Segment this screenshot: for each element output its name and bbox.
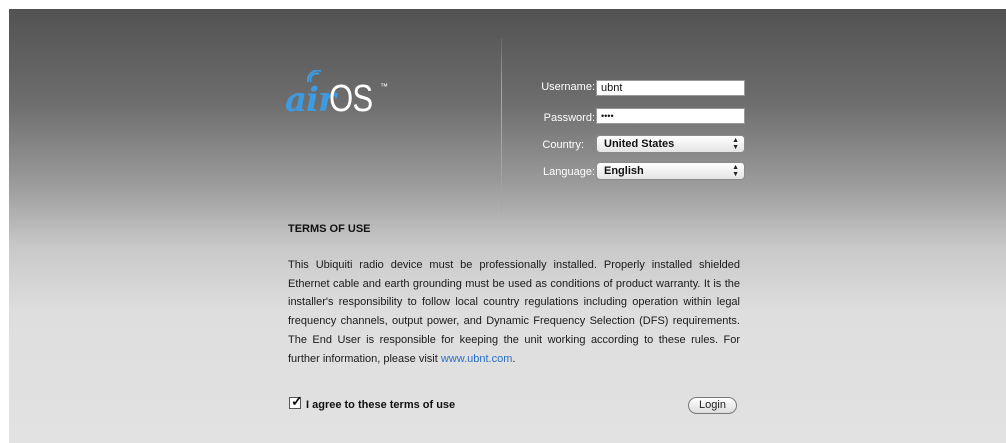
- agree-checkbox[interactable]: ✓: [289, 393, 303, 409]
- password-field[interactable]: [596, 108, 745, 124]
- vertical-divider: [501, 38, 502, 213]
- username-label: Username:: [541, 81, 595, 93]
- language-select[interactable]: English ▲ ▼: [596, 162, 745, 180]
- logo-tm-text: ™: [380, 82, 388, 91]
- login-button[interactable]: Login: [688, 397, 737, 414]
- country-label: Country:: [542, 139, 584, 151]
- terms-text: This Ubiquiti radio device must be profe…: [288, 259, 740, 365]
- updown-arrows-icon: ▲ ▼: [732, 164, 739, 178]
- terms-body: This Ubiquiti radio device must be profe…: [288, 256, 740, 368]
- terms-text-end: .: [512, 352, 516, 365]
- country-select[interactable]: United States ▲ ▼: [596, 135, 745, 153]
- login-panel: air OS ™ Username: Password: Country: Un…: [9, 9, 1006, 443]
- ubnt-link[interactable]: www.ubnt.com: [441, 353, 513, 365]
- logo-air-text: air: [285, 80, 336, 120]
- agree-label: I agree to these terms of use: [306, 399, 456, 411]
- language-label: Language:: [543, 166, 595, 178]
- airos-logo: air OS ™: [285, 70, 405, 120]
- country-row: Country:: [529, 135, 584, 155]
- password-label: Password:: [543, 112, 595, 124]
- updown-arrows-icon: ▲ ▼: [732, 137, 739, 151]
- country-select-value: United States: [604, 138, 675, 150]
- username-field[interactable]: [596, 80, 745, 96]
- logo-os-text: OS: [329, 78, 373, 120]
- language-select-value: English: [604, 165, 644, 177]
- password-row: Password:: [529, 108, 595, 128]
- terms-title: TERMS OF USE: [288, 223, 371, 235]
- username-row: Username:: [529, 77, 595, 97]
- checkmark-icon: ✓: [291, 393, 303, 409]
- language-row: Language:: [529, 162, 595, 182]
